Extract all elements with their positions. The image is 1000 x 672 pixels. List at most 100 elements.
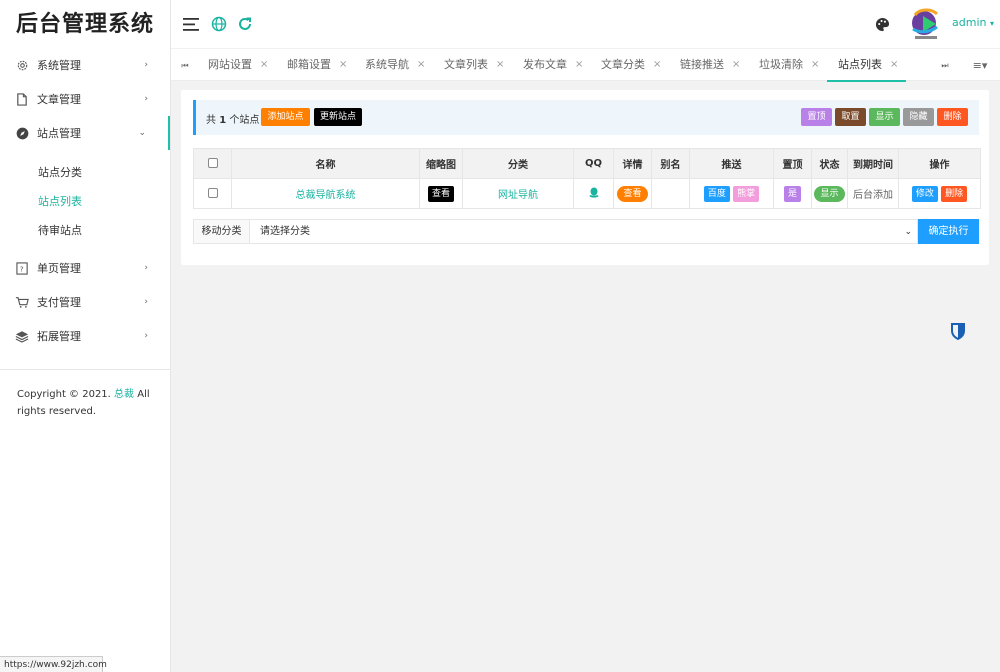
select-all-cell[interactable] [193, 148, 232, 179]
view-detail-button[interactable]: 查看 [617, 185, 648, 202]
tab-label: 邮箱设置 [287, 58, 331, 71]
tab-scroll-right-icon[interactable]: ⏭ [931, 49, 959, 82]
batch-hide-button[interactable]: 隐藏 [903, 108, 934, 126]
app-logo-title: 后台管理系统 [15, 11, 154, 37]
select-all-checkbox[interactable] [207, 158, 218, 168]
sidebar-item-pages[interactable]: ? 单页管理 › [0, 251, 170, 285]
site-list-card: 共 1 个站点 添加站点 更新站点 置顶 取置 显示 隐藏 删除 名称 缩略图 … [181, 90, 989, 265]
sidebar-subitem-site-categories[interactable]: 站点分类 [0, 158, 170, 187]
row-checkbox[interactable] [207, 188, 218, 198]
sidebar: 后台管理系统 系统管理 › 文章管理 › 站点管理 ⌄ 站点分类 站点列表 待审… [0, 0, 171, 672]
palette-icon[interactable] [872, 14, 892, 34]
close-icon[interactable]: × [890, 49, 898, 81]
tab-site-list[interactable]: 站点列表 × [827, 49, 906, 82]
batch-untop-button[interactable]: 取置 [835, 108, 866, 126]
close-icon[interactable]: × [260, 49, 268, 81]
sidebar-item-label: 站点管理 [37, 127, 81, 140]
tab-label: 站点列表 [838, 58, 882, 71]
update-site-button[interactable]: 更新站点 [314, 108, 362, 126]
copyright-prefix: Copyright © 2021. [17, 389, 111, 400]
view-thumb-button[interactable]: 查看 [427, 185, 454, 202]
status-bar-url: https://www.92jzh.com [0, 656, 107, 672]
shield-icon[interactable] [950, 322, 966, 341]
globe-icon[interactable] [209, 14, 229, 34]
tab-system-nav[interactable]: 系统导航 × [365, 49, 425, 82]
detail-cell: 查看 [613, 178, 652, 209]
tab-garbage-clear[interactable]: 垃圾清除 × [759, 49, 819, 82]
tab-website-settings[interactable]: 网站设置 × [208, 49, 268, 82]
top-status-badge[interactable]: 是 [783, 185, 801, 202]
add-site-button[interactable]: 添加站点 [261, 108, 310, 126]
tab-article-categories[interactable]: 文章分类 × [601, 49, 661, 82]
category-link[interactable]: 网址导航 [498, 190, 538, 201]
category-select[interactable]: 请选择分类 ⌄ [249, 219, 918, 244]
layers-icon [15, 329, 29, 343]
status-badge[interactable]: 显示 [814, 185, 845, 202]
sidebar-menu: 系统管理 › 文章管理 › 站点管理 ⌄ 站点分类 站点列表 待审站点 ? 单页… [0, 48, 170, 353]
compass-icon [15, 126, 29, 140]
refresh-icon[interactable] [235, 14, 255, 34]
push-cell: 百度 熊掌 [689, 178, 774, 209]
edit-button[interactable]: 修改 [911, 185, 938, 202]
chevron-down-icon: ⌄ [138, 128, 146, 138]
batch-show-button[interactable]: 显示 [869, 108, 900, 126]
sidebar-item-sites[interactable]: 站点管理 ⌄ [0, 116, 170, 150]
column-header: 分类 [462, 148, 574, 179]
tab-label: 链接推送 [680, 58, 724, 71]
user-menu[interactable]: admin ▾ [952, 16, 994, 29]
move-category-label: 移动分类 [193, 219, 250, 244]
push-xiongzhang-button[interactable]: 熊掌 [733, 185, 760, 202]
confirm-execute-button[interactable]: 确定执行 [918, 219, 979, 244]
tab-label: 文章分类 [601, 58, 645, 71]
column-header: 到期时间 [847, 148, 899, 179]
svg-text:?: ? [19, 264, 23, 273]
thumb-cell: 查看 [419, 178, 463, 209]
sidebar-subitem-site-list[interactable]: 站点列表 [0, 187, 170, 216]
copyright-link[interactable]: 总裁 [114, 389, 134, 400]
close-icon[interactable]: × [496, 49, 504, 81]
avatar[interactable] [911, 7, 943, 41]
tab-menu-icon[interactable]: ≡▾ [966, 49, 994, 82]
batch-delete-button[interactable]: 删除 [937, 108, 968, 126]
close-icon[interactable]: × [575, 49, 583, 81]
toolbar-notice: 共 1 个站点 添加站点 更新站点 置顶 取置 显示 隐藏 删除 [193, 100, 979, 135]
tab-email-settings[interactable]: 邮箱设置 × [287, 49, 347, 82]
batch-top-button[interactable]: 置顶 [801, 108, 832, 126]
actions-cell: 修改 删除 [898, 178, 981, 209]
column-header: 缩略图 [419, 148, 463, 179]
delete-button[interactable]: 删除 [941, 185, 968, 202]
sidebar-item-extensions[interactable]: 拓展管理 › [0, 319, 170, 353]
sidebar-item-payments[interactable]: 支付管理 › [0, 285, 170, 319]
column-header: 详情 [613, 148, 652, 179]
push-baidu-button[interactable]: 百度 [703, 185, 730, 202]
close-icon[interactable]: × [811, 49, 819, 81]
tab-publish-article[interactable]: 发布文章 × [523, 49, 583, 82]
sidebar-item-label: 拓展管理 [37, 330, 81, 343]
close-icon[interactable]: × [732, 49, 740, 81]
cart-icon [15, 295, 29, 309]
copyright: Copyright © 2021. 总裁 All rights reserved… [0, 370, 170, 420]
sidebar-subitem-pending-sites[interactable]: 待审站点 [0, 216, 170, 245]
column-header: 状态 [811, 148, 848, 179]
close-icon[interactable]: × [417, 49, 425, 81]
qq-icon[interactable] [588, 187, 599, 201]
category-select-value: 请选择分类 [260, 226, 310, 237]
chevron-down-icon: ⌄ [904, 227, 912, 237]
status-cell: 显示 [811, 178, 848, 209]
sidebar-item-articles[interactable]: 文章管理 › [0, 82, 170, 116]
tab-article-list[interactable]: 文章列表 × [444, 49, 504, 82]
chevron-right-icon: › [144, 263, 148, 273]
site-name-link[interactable]: 总裁导航系统 [296, 190, 356, 201]
sidebar-item-system[interactable]: 系统管理 › [0, 48, 170, 82]
row-select-cell[interactable] [193, 178, 232, 209]
close-icon[interactable]: × [339, 49, 347, 81]
menu-toggle-icon[interactable] [181, 14, 201, 34]
tab-link-push[interactable]: 链接推送 × [680, 49, 740, 82]
username: admin [952, 16, 987, 29]
chevron-right-icon: › [144, 60, 148, 70]
tab-scroll-left-icon[interactable]: ⏮ [171, 49, 199, 82]
site-count-text: 共 1 个站点 [206, 111, 259, 126]
page-tabs: ⏮ 网站设置 × 邮箱设置 × 系统导航 × 文章列表 × 发布文章 × 文章分类 × 链接… [171, 48, 1000, 82]
close-icon[interactable]: × [653, 49, 661, 81]
tab-label: 发布文章 [523, 58, 567, 71]
